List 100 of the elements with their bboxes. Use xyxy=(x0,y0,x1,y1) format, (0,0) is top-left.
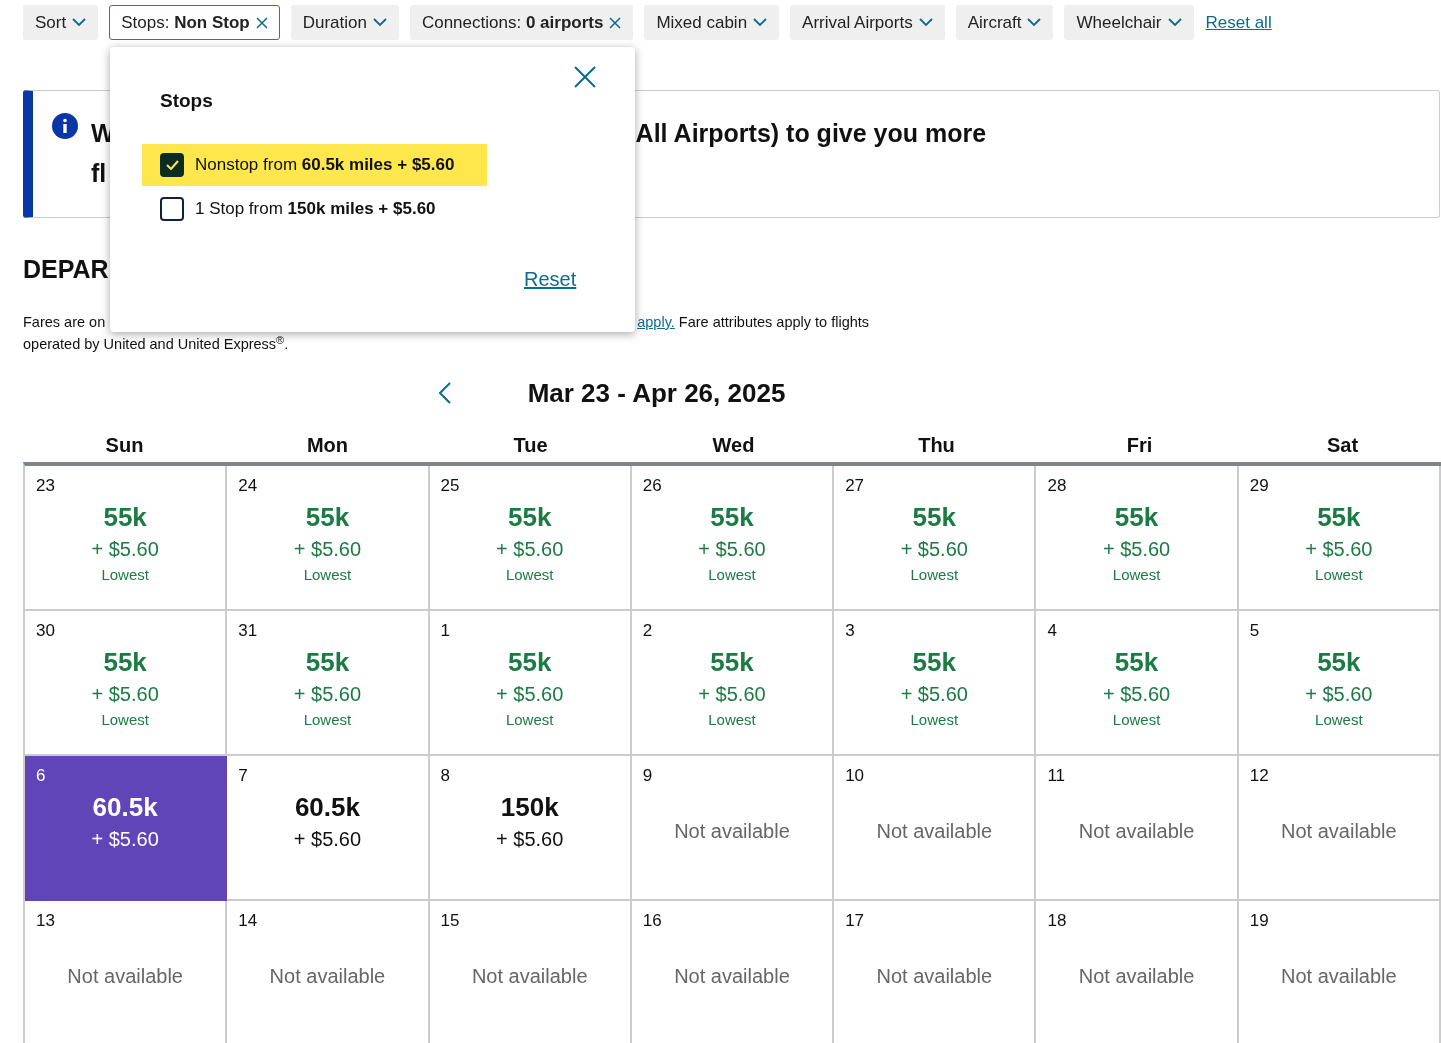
day-number: 1 xyxy=(440,621,451,641)
day-cell[interactable]: 13 Not available xyxy=(25,901,228,1043)
lowest-label: Lowest xyxy=(505,710,554,730)
miles-price: 55k xyxy=(912,646,956,679)
fee-amount: + $5.60 xyxy=(293,827,362,852)
lowest-label: Lowest xyxy=(101,565,149,585)
day-cell[interactable]: 23 55k + $5.60 Lowest xyxy=(25,466,228,611)
day-cell[interactable]: 2 55k + $5.60 Lowest xyxy=(631,611,835,756)
miles-price: 55k xyxy=(912,501,956,534)
day-number: 15 xyxy=(440,911,460,931)
popup-title: Stops xyxy=(160,89,214,113)
close-icon xyxy=(609,16,622,29)
day-number: 7 xyxy=(238,766,248,786)
day-number: 28 xyxy=(1047,476,1067,496)
fee-amount: + $5.60 xyxy=(496,537,564,562)
unavailable-label: Not available xyxy=(1281,964,1397,989)
reset-link[interactable]: Reset xyxy=(524,264,577,294)
day-cell[interactable]: 16 Not available xyxy=(631,901,835,1043)
day-cell[interactable]: 25 55k + $5.60 Lowest xyxy=(429,466,632,611)
fee-amount: + $5.60 xyxy=(496,827,564,852)
filter-chip[interactable]: Sort xyxy=(23,5,99,40)
filter-chip[interactable]: Mixed cabin xyxy=(644,5,780,40)
option-label[interactable]: 1 Stop from 150k miles + $5.60 xyxy=(195,195,436,222)
day-cell[interactable]: 29 55k + $5.60 Lowest xyxy=(1238,466,1441,611)
day-cell[interactable]: 26 55k + $5.60 Lowest xyxy=(631,466,835,611)
day-number: 27 xyxy=(845,476,865,496)
filter-chip[interactable]: Arrival Airports xyxy=(790,5,945,40)
fee-amount: + $5.60 xyxy=(1305,537,1373,562)
day-cell[interactable]: 12 Not available xyxy=(1238,756,1441,901)
day-cell[interactable]: 8 150k + $5.60 xyxy=(429,756,632,901)
close-button[interactable] xyxy=(574,66,596,88)
fares-note-text: Fares are on xyxy=(23,313,106,332)
day-cell[interactable]: 17 Not available xyxy=(834,901,1037,1043)
day-cell[interactable]: 15 Not available xyxy=(429,901,632,1043)
day-number: 8 xyxy=(440,766,451,786)
checkbox[interactable] xyxy=(160,152,184,177)
day-cell[interactable]: 6 60.5k + $5.60 xyxy=(25,756,228,901)
day-number: 13 xyxy=(36,911,55,931)
previous-button[interactable] xyxy=(438,382,451,404)
day-number: 26 xyxy=(642,476,662,496)
filter-chip[interactable]: Wheelchair xyxy=(1064,5,1194,40)
day-number: 24 xyxy=(238,476,258,496)
filter-chip[interactable]: Duration xyxy=(290,5,399,40)
fee-amount: + $5.60 xyxy=(91,537,159,562)
apply-link[interactable]: apply. xyxy=(637,311,675,333)
chevron-down-icon xyxy=(918,18,933,27)
banner-text: fl xyxy=(91,159,107,187)
day-number: 18 xyxy=(1047,911,1067,931)
day-cell[interactable]: 28 55k + $5.60 Lowest xyxy=(1036,466,1239,611)
lowest-label: Lowest xyxy=(1112,710,1161,730)
miles-price: 55k xyxy=(710,501,754,534)
day-cell[interactable]: 18 Not available xyxy=(1036,901,1239,1043)
day-cell[interactable]: 14 Not available xyxy=(227,901,430,1043)
day-cell[interactable]: 10 Not available xyxy=(834,756,1037,901)
fee-amount: + $5.60 xyxy=(1102,682,1171,707)
day-number: 11 xyxy=(1047,766,1066,786)
day-cell[interactable]: 11 Not available xyxy=(1036,756,1239,901)
unavailable-label: Not available xyxy=(269,964,386,989)
miles-price: 55k xyxy=(710,646,754,679)
reset-all-link[interactable]: Reset all xyxy=(1205,9,1272,36)
day-cell[interactable]: 4 55k + $5.60 Lowest xyxy=(1036,611,1239,756)
chevron-down-icon xyxy=(72,18,87,27)
banner-text: All Airports) to give you more xyxy=(635,118,987,149)
chevron-left-icon xyxy=(438,382,451,404)
fee-amount: + $5.60 xyxy=(698,537,766,562)
day-cell[interactable]: 5 55k + $5.60 Lowest xyxy=(1238,611,1441,756)
fee-amount: + $5.60 xyxy=(91,682,159,707)
checkbox[interactable] xyxy=(160,196,184,221)
filter-chip[interactable]: Connections: 0 airports xyxy=(409,5,634,40)
day-cell[interactable]: 24 55k + $5.60 Lowest xyxy=(227,466,430,611)
fee-amount: + $5.60 xyxy=(293,537,362,562)
date-range-title: Mar 23 - Apr 26, 2025 xyxy=(527,376,786,410)
unavailable-label: Not available xyxy=(1078,819,1195,844)
fee-amount: + $5.60 xyxy=(496,682,564,707)
lowest-label: Lowest xyxy=(708,565,756,585)
filter-chip[interactable]: Stops: Non Stop xyxy=(109,5,280,40)
info-icon xyxy=(52,113,78,139)
day-cell[interactable]: 7 60.5k + $5.60 xyxy=(227,756,430,901)
lowest-label: Lowest xyxy=(303,710,352,730)
day-cell[interactable]: 27 55k + $5.60 Lowest xyxy=(834,466,1037,611)
weekday-label: Tue xyxy=(513,434,548,456)
lowest-label: Lowest xyxy=(1315,710,1363,730)
day-number: 17 xyxy=(845,911,865,931)
unavailable-label: Not available xyxy=(471,964,588,989)
unavailable-label: Not available xyxy=(876,819,993,844)
miles-price: 55k xyxy=(305,646,350,679)
day-number: 30 xyxy=(36,621,55,641)
day-number: 16 xyxy=(642,911,662,931)
lowest-label: Lowest xyxy=(910,565,959,585)
fee-amount: + $5.60 xyxy=(900,537,968,562)
miles-price: 55k xyxy=(103,501,147,534)
chevron-down-icon xyxy=(1167,18,1182,27)
filter-chip[interactable]: Aircraft xyxy=(955,5,1054,40)
weekday-label: Sat xyxy=(1326,434,1359,456)
day-cell[interactable]: 9 Not available xyxy=(631,756,835,901)
day-cell[interactable]: 3 55k + $5.60 Lowest xyxy=(834,611,1037,756)
day-cell[interactable]: 1 55k + $5.60 Lowest xyxy=(429,611,632,756)
day-cell[interactable]: 31 55k + $5.60 Lowest xyxy=(227,611,430,756)
miles-price: 55k xyxy=(1114,646,1159,679)
day-cell[interactable]: 19 Not available xyxy=(1238,901,1441,1043)
